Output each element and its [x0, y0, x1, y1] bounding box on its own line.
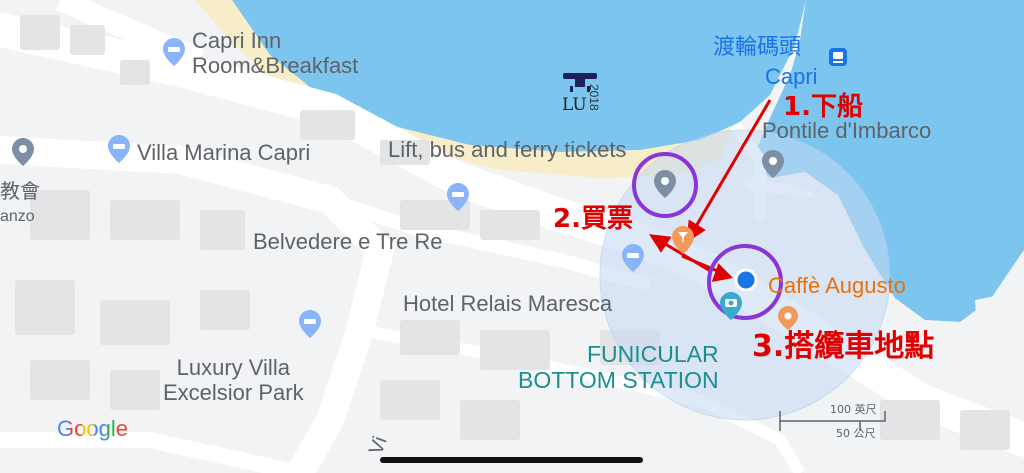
poi-pin-icon[interactable] — [762, 150, 784, 178]
poi-pin-icon[interactable] — [12, 138, 34, 166]
label-partial-church: 教會 — [0, 179, 40, 203]
hotel-pin-icon[interactable] — [163, 38, 185, 66]
map-view[interactable]: LU 2018 Capri Inn Room&Breakfast Villa M… — [0, 0, 1024, 473]
home-indicator[interactable] — [380, 457, 643, 463]
label-belvedere[interactable]: Belvedere e Tre Re — [253, 229, 443, 254]
label-hotel-relais[interactable]: Hotel Relais Maresca — [403, 291, 612, 316]
poi-pin-icon[interactable] — [654, 170, 676, 198]
ferry-transit-icon[interactable] — [829, 48, 847, 70]
scale-bar — [779, 411, 886, 431]
watermark-brand: LU — [562, 95, 587, 115]
google-logo-text: Google — [57, 416, 128, 441]
hotel-pin-icon[interactable] — [447, 183, 469, 211]
label-lift-tickets[interactable]: Lift, bus and ferry tickets — [388, 137, 626, 162]
annotation-step2: 2.買票 — [553, 204, 633, 234]
hotel-pin-icon[interactable] — [299, 310, 321, 338]
label-partial-anzo: anzo — [0, 208, 35, 225]
watermark-year: 2018 — [587, 84, 601, 111]
user-location-dot-icon — [734, 268, 758, 292]
google-logo: Google — [57, 416, 128, 442]
camera-pin-icon[interactable] — [720, 292, 742, 320]
bar-cocktail-icon[interactable] — [672, 226, 694, 254]
annotation-step3: 3.搭纜車地點 — [752, 329, 935, 364]
label-villa-marina[interactable]: Villa Marina Capri — [137, 140, 310, 165]
hotel-pin-icon[interactable] — [108, 135, 130, 163]
label-caffe-augusto[interactable]: Caffè Augusto — [768, 273, 906, 298]
label-capri-inn[interactable]: Capri Inn Room&Breakfast — [192, 28, 358, 79]
label-luxury-villa[interactable]: Luxury Villa Excelsior Park — [163, 355, 304, 406]
label-ferry-pier-zh[interactable]: 渡輪碼頭 — [713, 35, 801, 60]
hotel-pin-icon[interactable] — [622, 244, 644, 272]
annotation-step1: 1.下船 — [783, 92, 863, 122]
label-funicular[interactable]: FUNICULAR BOTTOM STATION — [518, 341, 719, 394]
